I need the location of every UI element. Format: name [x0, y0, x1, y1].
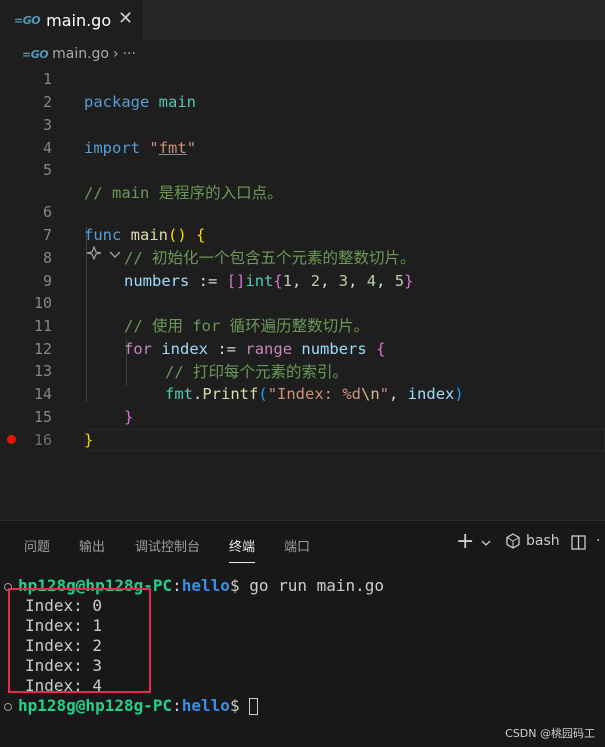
tab-main-go[interactable]: =GO main.go ✕ [0, 0, 144, 40]
line-number: 7 [42, 226, 52, 244]
line-number: 8 [42, 249, 52, 267]
terminal-selector[interactable]: bash [506, 533, 560, 549]
terminal-shell-icon [506, 533, 520, 549]
go-file-icon: =GO [14, 13, 41, 27]
line-number: 9 [42, 272, 52, 290]
more-actions-icon[interactable]: · [596, 533, 600, 549]
output-highlight-box [8, 588, 151, 693]
line-number: 2 [42, 93, 52, 111]
tab-debug-console[interactable]: 调试控制台 [135, 536, 200, 555]
line-number: 12 [33, 340, 52, 358]
close-icon[interactable]: ✕ [118, 9, 133, 29]
tab-terminal[interactable]: 终端 [229, 536, 256, 563]
breadcrumb-more[interactable]: ··· [123, 46, 136, 62]
go-file-icon: =GO [22, 47, 49, 61]
code-editor[interactable]: 1 package main 2 3 import "fmt" 4 5 // m… [0, 68, 605, 518]
terminal-command: go run main.go [249, 576, 385, 595]
line-number: 4 [42, 139, 52, 157]
shell-name: bash [526, 533, 560, 549]
line-number: 11 [33, 317, 52, 335]
tab-problems[interactable]: 问题 [24, 536, 50, 555]
line-number: 15 [33, 408, 52, 426]
line-number: 5 [42, 161, 52, 179]
tab-title: main.go [46, 10, 112, 30]
terminal-cursor [249, 698, 259, 715]
breakpoint-icon[interactable] [7, 435, 16, 444]
tab-bar: =GO main.go ✕ [0, 0, 605, 40]
tab-output[interactable]: 输出 [79, 536, 105, 555]
line-number: 10 [33, 294, 52, 312]
split-terminal-icon[interactable] [571, 535, 586, 550]
line-number: 6 [42, 203, 52, 221]
breadcrumb-file[interactable]: main.go [52, 46, 109, 62]
breadcrumb: =GO main.go › ··· [0, 40, 605, 68]
watermark: CSDN @桃园码工 [505, 727, 595, 740]
line-number: 13 [33, 362, 52, 380]
command-status-icon [4, 702, 12, 711]
tab-ports[interactable]: 端口 [284, 536, 310, 555]
breadcrumb-separator: › [113, 46, 119, 62]
line-number: 1 [42, 70, 52, 88]
add-terminal-icon[interactable]: + [456, 529, 474, 554]
bottom-panel: 问题 输出 调试控制台 终端 端口 + bash · hp128g@hp128g… [0, 520, 605, 747]
line-number: 14 [33, 385, 52, 403]
line-number: 3 [42, 116, 52, 134]
chevron-down-icon[interactable] [481, 539, 491, 547]
panel-tabs: 问题 输出 调试控制台 终端 端口 + bash · [0, 521, 605, 565]
terminal-prompt-line: hp128g@hp128g-PC:hello$ [4, 696, 259, 716]
